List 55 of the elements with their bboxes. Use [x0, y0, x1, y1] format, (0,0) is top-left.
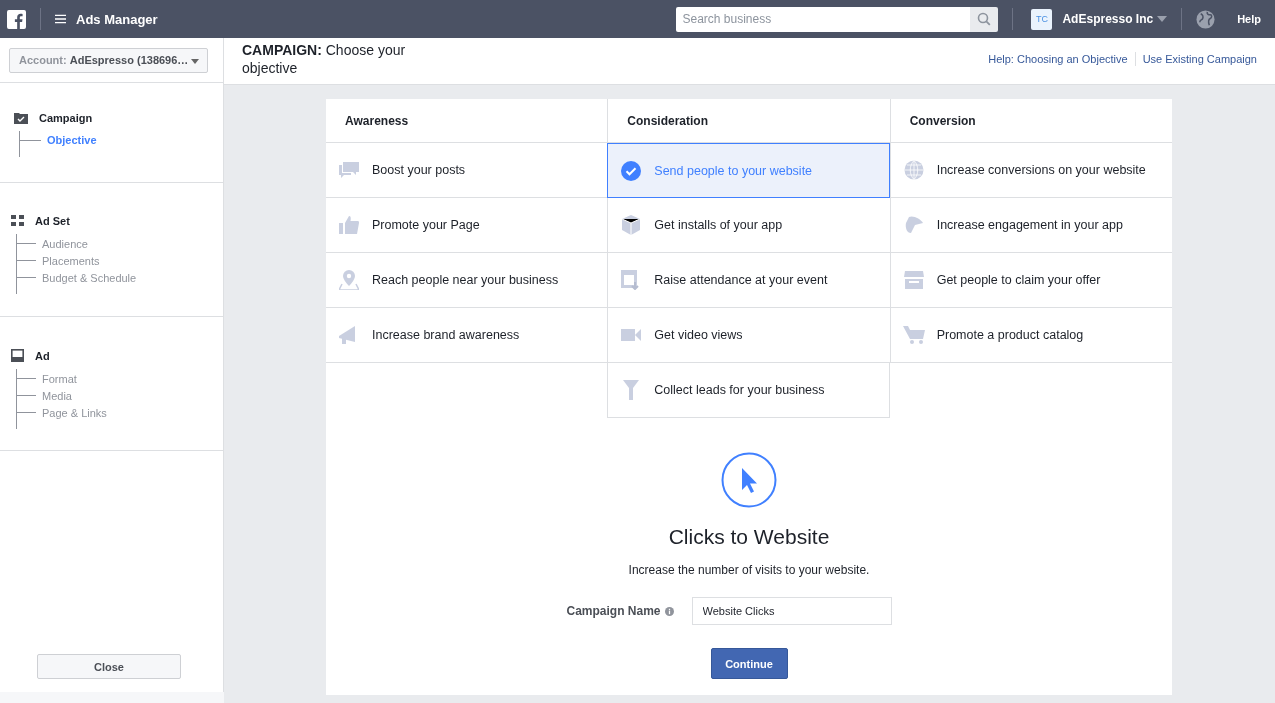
- objective-description: Increase the number of visits to your website.: [628, 563, 870, 577]
- nav-item[interactable]: Objective: [47, 134, 97, 146]
- campaign-name-field[interactable]: Website Clicks: [691, 597, 892, 625]
- caret-icon[interactable]: [1157, 16, 1168, 22]
- objective-option[interactable]: Get people to claim your offer: [889, 253, 1172, 308]
- objective-option[interactable]: Get installs of your app: [607, 198, 890, 253]
- globe-icon: [903, 160, 924, 180]
- objective-option[interactable]: Increase conversions on your website: [889, 143, 1172, 198]
- shopping-cart-icon: [902, 326, 925, 344]
- section-title[interactable]: Campaign: [39, 112, 93, 124]
- map-pin-icon: [339, 270, 359, 290]
- objective-option[interactable]: Promote your Page: [326, 198, 608, 253]
- cube-icon: [622, 215, 641, 235]
- menu-icon[interactable]: [55, 14, 66, 24]
- objective-option[interactable]: Raise attendance at your event: [607, 253, 890, 308]
- panel-icon: [11, 349, 24, 362]
- header-link[interactable]: Help: Choosing an Objective: [988, 53, 1128, 65]
- folder-check-icon: [14, 112, 28, 124]
- account-dropdown[interactable]: Account: AdEspresso (138696…: [9, 47, 208, 73]
- continue-button[interactable]: Continue: [710, 648, 788, 679]
- objective-option[interactable]: Increase brand awareness: [326, 308, 608, 363]
- storefront-icon: [903, 271, 924, 289]
- logo-icon[interactable]: [7, 9, 26, 29]
- field-label: Campaign Name: [566, 604, 661, 618]
- globe-icon[interactable]: [1196, 9, 1216, 29]
- objective-option[interactable]: Boost your posts: [326, 143, 608, 198]
- cursor-icon: [721, 452, 777, 508]
- section-title[interactable]: Ad Set: [35, 215, 70, 227]
- objective-option[interactable]: Reach people near your business: [326, 253, 608, 308]
- funnel-icon: [623, 380, 640, 400]
- objective-option[interactable]: Get video views: [607, 308, 890, 363]
- account-menu[interactable]: AdEspresso Inc: [1062, 12, 1154, 26]
- objective-option[interactable]: Increase engagement in your app: [889, 198, 1172, 253]
- video-camera-icon: [621, 328, 642, 342]
- caret-icon: [191, 59, 200, 64]
- close-button[interactable]: Close: [37, 654, 181, 679]
- header-link[interactable]: Use Existing Campaign: [1142, 53, 1257, 65]
- app-title: Ads Manager: [76, 11, 158, 27]
- search-button[interactable]: [970, 6, 999, 32]
- grid-icon: [11, 215, 24, 227]
- info-icon[interactable]: [664, 606, 674, 616]
- thumbs-up-icon: [339, 216, 359, 234]
- objective-option[interactable]: Collect leads for your business: [607, 363, 890, 418]
- column-heading: Conversion: [889, 99, 1172, 143]
- section-title[interactable]: Ad: [35, 349, 50, 362]
- objective-option[interactable]: Promote a product catalog: [889, 308, 1172, 363]
- calendar-icon: [621, 270, 642, 290]
- page-title: CAMPAIGN: Choose your objective: [242, 41, 407, 78]
- search-field[interactable]: Search business: [676, 6, 971, 32]
- column-heading: Awareness: [326, 99, 608, 143]
- search-icon: [977, 12, 992, 26]
- chat-icon: [339, 162, 359, 178]
- check-circle-icon: [621, 160, 642, 181]
- help-link[interactable]: Help: [1237, 13, 1261, 25]
- objective-title: Clicks to Website: [668, 525, 830, 549]
